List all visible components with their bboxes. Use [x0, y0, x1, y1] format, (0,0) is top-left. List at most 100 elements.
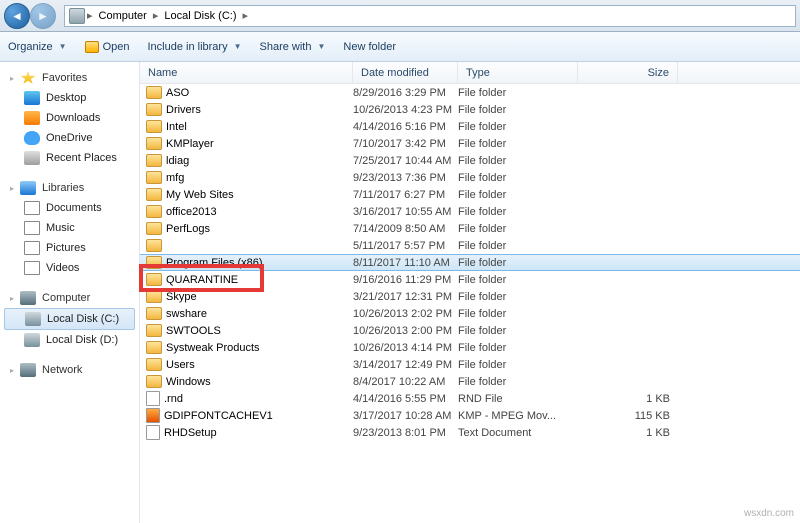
column-header-size[interactable]: Size: [578, 62, 678, 83]
sidebar-head-favorites[interactable]: ▸Favorites: [0, 68, 139, 88]
file-date-cell: 7/14/2009 8:50 AM: [353, 223, 458, 235]
downloads-icon: [24, 111, 40, 125]
file-row[interactable]: Intel4/14/2016 5:16 PMFile folder: [140, 118, 800, 135]
file-date-cell: 5/11/2017 5:57 PM: [353, 240, 458, 252]
file-date-cell: 7/10/2017 3:42 PM: [353, 138, 458, 150]
file-row[interactable]: ldiag7/25/2017 10:44 AMFile folder: [140, 152, 800, 169]
file-pane[interactable]: Name Date modified Type Size ASO8/29/201…: [140, 62, 800, 523]
sidebar-item-label: Pictures: [46, 242, 86, 254]
file-type-cell: File folder: [458, 257, 578, 269]
sidebar-item-music[interactable]: Music: [0, 218, 139, 238]
file-name-cell: My Web Sites: [146, 188, 353, 201]
sidebar-item-recent-places[interactable]: Recent Places: [0, 148, 139, 168]
breadcrumb-part[interactable]: Computer: [95, 10, 151, 22]
sidebar-group-network: ▸Network: [0, 360, 139, 380]
new-folder-label: New folder: [343, 41, 396, 53]
file-date-cell: 9/23/2013 8:01 PM: [353, 427, 458, 439]
file-row[interactable]: Systweak Products10/26/2013 4:14 PMFile …: [140, 339, 800, 356]
sidebar-item-label: Recent Places: [46, 152, 117, 164]
breadcrumb-part[interactable]: Local Disk (C:): [160, 10, 240, 22]
folder-icon: [146, 324, 162, 337]
open-button[interactable]: Open: [85, 41, 130, 53]
file-icon: [146, 425, 160, 440]
folder-icon: [146, 205, 162, 218]
folder-icon: [146, 86, 162, 99]
file-row[interactable]: Drivers10/26/2013 4:23 PMFile folder: [140, 101, 800, 118]
share-label: Share with: [260, 41, 312, 53]
folder-icon: [146, 307, 162, 320]
folder-icon: [146, 290, 162, 303]
file-row[interactable]: ASO8/29/2016 3:29 PMFile folder: [140, 84, 800, 101]
file-row[interactable]: My Web Sites7/11/2017 6:27 PMFile folder: [140, 186, 800, 203]
nav-buttons: ◄ ►: [4, 3, 56, 29]
file-type-cell: File folder: [458, 206, 578, 218]
sidebar-item-pictures[interactable]: Pictures: [0, 238, 139, 258]
file-row[interactable]: Windows8/4/2017 10:22 AMFile folder: [140, 373, 800, 390]
file-name-cell: Users: [146, 358, 353, 371]
back-button[interactable]: ◄: [4, 3, 30, 29]
column-header-type[interactable]: Type: [458, 62, 578, 83]
file-name-cell: Systweak Products: [146, 341, 353, 354]
organize-button[interactable]: Organize▼: [8, 41, 67, 53]
file-row[interactable]: office20133/16/2017 10:55 AMFile folder: [140, 203, 800, 220]
sidebar-item-local-disk-c[interactable]: Local Disk (C:): [4, 308, 135, 330]
forward-button[interactable]: ►: [30, 3, 56, 29]
chevron-right-icon: ▸: [87, 9, 93, 22]
column-header-name[interactable]: Name: [140, 62, 353, 83]
sidebar-item-local-disk-d[interactable]: Local Disk (D:): [0, 330, 139, 350]
sidebar-head-network[interactable]: ▸Network: [0, 360, 139, 380]
file-row[interactable]: Program Files (x86)8/11/2017 11:10 AMFil…: [140, 254, 800, 271]
file-date-cell: 9/16/2016 11:29 PM: [353, 274, 458, 286]
file-date-cell: 8/29/2016 3:29 PM: [353, 87, 458, 99]
file-date-cell: 7/11/2017 6:27 PM: [353, 189, 458, 201]
file-size-cell: 115 KB: [578, 410, 670, 422]
file-row[interactable]: KMPlayer7/10/2017 3:42 PMFile folder: [140, 135, 800, 152]
chevron-down-icon: ▸: [10, 294, 14, 303]
file-type-cell: File folder: [458, 325, 578, 337]
sidebar-item-desktop[interactable]: Desktop: [0, 88, 139, 108]
file-row[interactable]: .rnd4/14/2016 5:55 PMRND File1 KB: [140, 390, 800, 407]
sidebar-label: Network: [42, 364, 82, 376]
file-name-cell: RHDSetup: [146, 425, 353, 440]
file-type-cell: File folder: [458, 121, 578, 133]
include-in-library-button[interactable]: Include in library▼: [147, 41, 241, 53]
file-icon: [146, 408, 160, 423]
open-label: Open: [103, 41, 130, 53]
file-row[interactable]: SWTOOLS10/26/2013 2:00 PMFile folder: [140, 322, 800, 339]
sidebar-group-computer: ▸Computer Local Disk (C:) Local Disk (D:…: [0, 288, 139, 350]
file-rows: ASO8/29/2016 3:29 PMFile folderDrivers10…: [140, 84, 800, 441]
folder-icon: [146, 358, 162, 371]
file-type-cell: File folder: [458, 172, 578, 184]
sidebar-head-computer[interactable]: ▸Computer: [0, 288, 139, 308]
file-date-cell: 3/16/2017 10:55 AM: [353, 206, 458, 218]
sidebar-item-documents[interactable]: Documents: [0, 198, 139, 218]
chevron-right-icon: ▸: [242, 9, 248, 22]
file-row[interactable]: Skype3/21/2017 12:31 PMFile folder: [140, 288, 800, 305]
file-row[interactable]: RHDSetup9/23/2013 8:01 PMText Document1 …: [140, 424, 800, 441]
sidebar-item-onedrive[interactable]: OneDrive: [0, 128, 139, 148]
file-name-cell: .rnd: [146, 391, 353, 406]
sidebar: ▸Favorites Desktop Downloads OneDrive Re…: [0, 62, 140, 523]
file-row[interactable]: swshare10/26/2013 2:02 PMFile folder: [140, 305, 800, 322]
share-with-button[interactable]: Share with▼: [260, 41, 326, 53]
breadcrumb[interactable]: ▸ Computer ▸ Local Disk (C:) ▸: [64, 5, 796, 27]
file-row[interactable]: 5/11/2017 5:57 PMFile folder: [140, 237, 800, 254]
file-name-cell: mfg: [146, 171, 353, 184]
sidebar-item-downloads[interactable]: Downloads: [0, 108, 139, 128]
file-row[interactable]: QUARANTINE9/16/2016 11:29 PMFile folder: [140, 271, 800, 288]
column-headers: Name Date modified Type Size: [140, 62, 800, 84]
file-row[interactable]: Users3/14/2017 12:49 PMFile folder: [140, 356, 800, 373]
file-row[interactable]: GDIPFONTCACHEV13/17/2017 10:28 AMKMP - M…: [140, 407, 800, 424]
file-name-cell: swshare: [146, 307, 353, 320]
sidebar-head-libraries[interactable]: ▸Libraries: [0, 178, 139, 198]
file-date-cell: 3/21/2017 12:31 PM: [353, 291, 458, 303]
file-date-cell: 8/4/2017 10:22 AM: [353, 376, 458, 388]
new-folder-button[interactable]: New folder: [343, 41, 396, 53]
folder-icon: [146, 222, 162, 235]
file-name-cell: [146, 239, 353, 252]
chevron-down-icon: ▼: [59, 42, 67, 51]
column-header-date[interactable]: Date modified: [353, 62, 458, 83]
sidebar-item-videos[interactable]: Videos: [0, 258, 139, 278]
file-row[interactable]: PerfLogs7/14/2009 8:50 AMFile folder: [140, 220, 800, 237]
file-row[interactable]: mfg9/23/2013 7:36 PMFile folder: [140, 169, 800, 186]
